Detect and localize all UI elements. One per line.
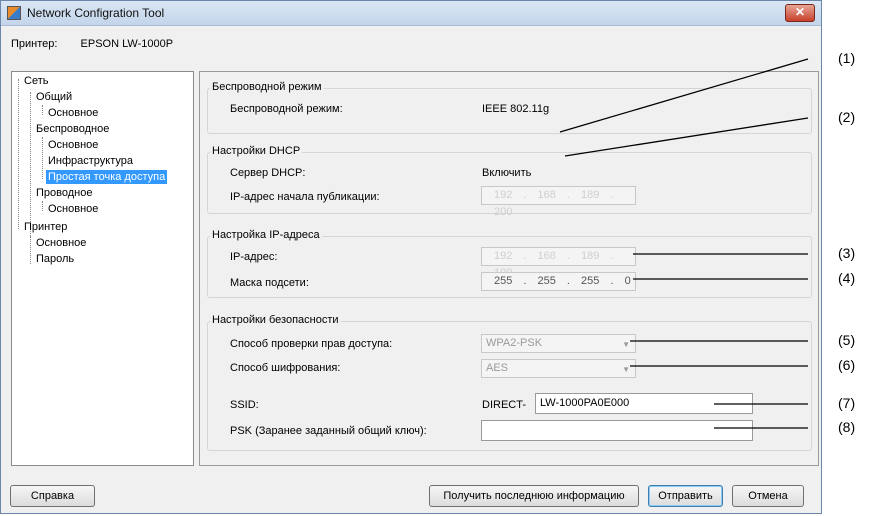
callout-5: (5) bbox=[838, 332, 856, 348]
leader-line-1 bbox=[559, 58, 809, 133]
callout-6: (6) bbox=[838, 357, 856, 373]
callout-8: (8) bbox=[838, 419, 856, 435]
callout-2: (2) bbox=[838, 109, 856, 125]
callout-3: (3) bbox=[838, 245, 856, 261]
callout-4: (4) bbox=[838, 270, 856, 286]
callout-1: (1) bbox=[838, 50, 856, 66]
callout-leaders bbox=[559, 58, 809, 429]
leader-line-2 bbox=[564, 117, 809, 157]
callout-7: (7) bbox=[838, 395, 856, 411]
